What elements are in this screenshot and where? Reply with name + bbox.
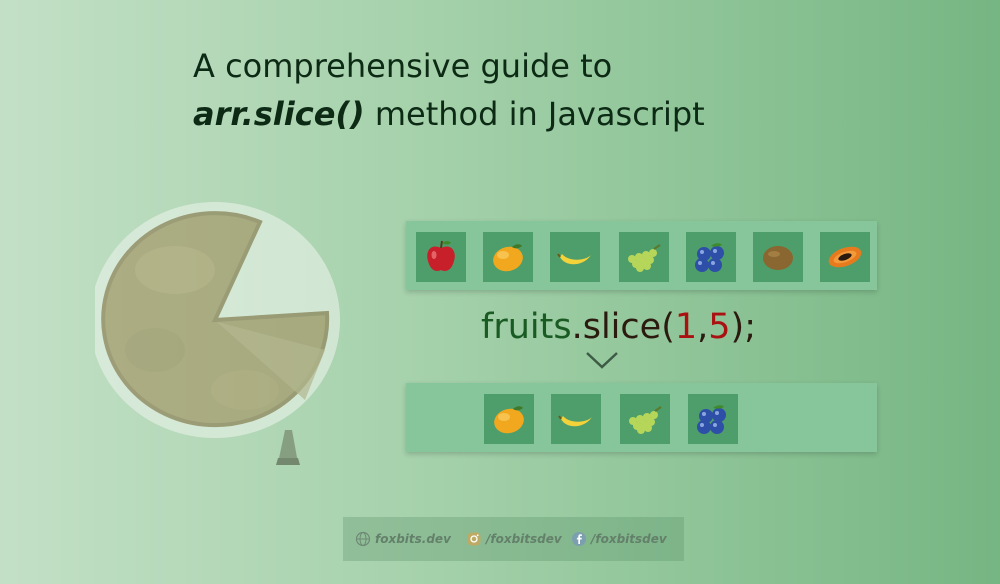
tile-blueberries	[688, 394, 738, 444]
mango-icon	[493, 244, 523, 272]
tile-banana	[551, 394, 601, 444]
tile-banana	[550, 232, 600, 282]
code-dot: .	[571, 307, 583, 347]
website-link[interactable]: foxbits.dev	[355, 530, 451, 548]
papaya-icon	[828, 246, 862, 268]
banana-icon	[558, 415, 592, 427]
banana-icon	[557, 253, 591, 265]
instagram-icon	[467, 532, 481, 546]
mango-icon	[494, 406, 524, 434]
facebook-text: /foxbitsdev	[591, 532, 667, 546]
title-rest: method in Javascript	[364, 95, 705, 133]
title-line-2: arr.slice() method in Javascript	[193, 90, 705, 138]
tile-papaya	[820, 232, 870, 282]
cake-slice-icon	[95, 202, 340, 465]
title-line-1: A comprehensive guide to	[193, 47, 613, 85]
grapes-icon	[628, 244, 661, 272]
apple-icon	[427, 240, 455, 271]
sliced-array	[406, 383, 877, 452]
tile-mango	[483, 232, 533, 282]
kiwi-icon	[763, 246, 793, 270]
code-arg-end: 5	[708, 307, 731, 347]
grapes-icon	[629, 406, 662, 434]
tile-apple	[416, 232, 466, 282]
blueberries-icon	[697, 405, 726, 434]
code-close: );	[730, 307, 756, 347]
facebook-icon	[572, 532, 586, 546]
tile-mango	[484, 394, 534, 444]
code-comma: ,	[697, 307, 709, 347]
tile-grapes	[619, 232, 669, 282]
code-arg-start: 1	[674, 307, 698, 347]
code-method: slice	[582, 307, 662, 347]
tile-kiwi	[753, 232, 803, 282]
title-code: arr.slice()	[193, 95, 365, 133]
blueberries-icon	[695, 243, 724, 272]
source-array	[406, 221, 877, 290]
code-object: fruits	[481, 307, 572, 347]
tile-grapes	[620, 394, 670, 444]
social-footer: foxbits.dev /foxbitsdev /foxbitsdev	[343, 517, 684, 561]
code-expression: fruits.slice(1,5);	[481, 303, 756, 351]
instagram-text: /foxbitsdev	[486, 532, 562, 546]
page-title: A comprehensive guide to arr.slice() met…	[193, 42, 705, 138]
facebook-link[interactable]: /foxbitsdev	[571, 530, 667, 548]
website-text: foxbits.dev	[375, 532, 451, 546]
globe-icon	[355, 531, 371, 547]
chevron-down-icon	[586, 352, 618, 369]
tile-blueberries	[686, 232, 736, 282]
instagram-link[interactable]: /foxbitsdev	[466, 530, 562, 548]
code-open-paren: (	[661, 307, 675, 347]
